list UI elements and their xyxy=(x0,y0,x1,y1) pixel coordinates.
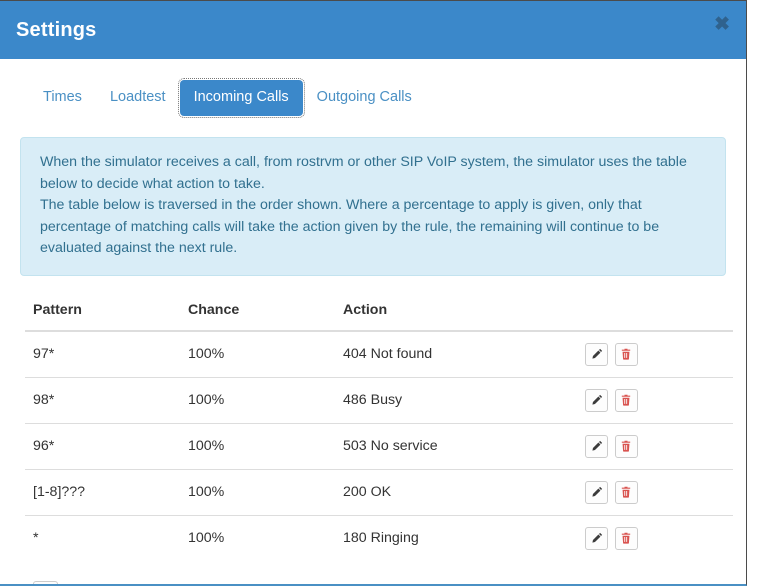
column-header-action: Action xyxy=(335,296,585,332)
trash-icon xyxy=(620,348,632,360)
dialog-title: Settings xyxy=(16,19,97,41)
table-row: 96* 100% 503 No service xyxy=(25,422,733,470)
tab-incoming-calls[interactable]: Incoming Calls xyxy=(177,78,305,118)
delete-button[interactable] xyxy=(614,434,638,458)
cell-pattern: 96* xyxy=(25,422,180,470)
cell-operations xyxy=(585,376,733,424)
table-head: Pattern Chance Action xyxy=(25,296,733,332)
pencil-icon xyxy=(591,486,603,498)
table-row: [1-8]??? 100% 200 OK xyxy=(25,468,733,516)
table-header-row: Pattern Chance Action xyxy=(25,296,733,332)
cell-chance: 100% xyxy=(180,376,335,424)
edit-button[interactable] xyxy=(585,480,608,504)
delete-button[interactable] xyxy=(614,342,638,366)
column-header-operations xyxy=(585,296,733,332)
cell-operations xyxy=(585,422,733,470)
edit-button[interactable] xyxy=(585,434,608,458)
cell-action: 200 OK xyxy=(335,468,585,516)
column-header-pattern: Pattern xyxy=(25,296,180,332)
edit-button[interactable] xyxy=(585,342,608,366)
cell-operations xyxy=(585,468,733,516)
cell-pattern: * xyxy=(25,514,180,561)
column-header-chance: Chance xyxy=(180,296,335,332)
table-row: * 100% 180 Ringing xyxy=(25,514,733,561)
cell-action: 404 Not found xyxy=(343,346,433,363)
alert-paragraph-1: When the simulator receives a call, from… xyxy=(40,153,687,192)
tab-bar: Times Loadtest Incoming Calls Outgoing C… xyxy=(29,78,726,118)
delete-button[interactable] xyxy=(614,526,638,550)
tab-times[interactable]: Times xyxy=(29,80,96,116)
dialog-body: Times Loadtest Incoming Calls Outgoing C… xyxy=(0,59,746,584)
pencil-icon xyxy=(591,532,603,544)
cell-chance: 100% xyxy=(180,468,335,516)
info-alert: When the simulator receives a call, from… xyxy=(20,136,726,276)
delete-button[interactable] xyxy=(614,388,638,412)
edit-button[interactable] xyxy=(585,388,608,412)
close-icon[interactable]: ✖ xyxy=(714,15,730,34)
cell-chance: 100% xyxy=(180,422,335,470)
cell-chance: 100% xyxy=(180,514,335,561)
pencil-icon xyxy=(591,440,603,452)
add-rule-button[interactable]: + xyxy=(33,580,58,584)
cell-action: 486 Busy xyxy=(335,376,585,424)
pencil-icon xyxy=(591,394,603,406)
cell-operations xyxy=(585,331,733,378)
cell-pattern: 98* xyxy=(25,376,180,424)
trash-icon xyxy=(620,394,632,406)
cell-pattern: 97* xyxy=(33,346,55,363)
tab-loadtest[interactable]: Loadtest xyxy=(96,80,180,116)
cell-operations xyxy=(585,514,733,561)
cell-chance: 100% xyxy=(188,346,225,363)
trash-icon xyxy=(620,486,632,498)
cell-action: 503 No service xyxy=(335,422,585,470)
incoming-call-rules-table: Pattern Chance Action 97* 100% 404 Not f… xyxy=(25,296,733,561)
cell-action: 180 Ringing xyxy=(335,514,585,561)
settings-dialog: Settings ✖ Times Loadtest Incoming Calls… xyxy=(0,0,747,586)
trash-icon xyxy=(620,532,632,544)
alert-paragraph-2: The table below is traversed in the orde… xyxy=(40,197,660,257)
trash-icon xyxy=(620,440,632,452)
table-row: 98* 100% 486 Busy xyxy=(25,376,733,424)
cell-pattern: [1-8]??? xyxy=(25,468,180,516)
tab-outgoing-calls[interactable]: Outgoing Calls xyxy=(303,80,426,116)
table-body: 97* 100% 404 Not found 98* 100% 486 Busy… xyxy=(25,331,733,561)
dialog-header: Settings ✖ xyxy=(0,1,746,59)
add-row-area: + xyxy=(33,580,726,584)
delete-button[interactable] xyxy=(614,480,638,504)
pencil-icon xyxy=(591,348,603,360)
table-row: 97* 100% 404 Not found xyxy=(25,331,733,378)
edit-button[interactable] xyxy=(585,526,608,550)
